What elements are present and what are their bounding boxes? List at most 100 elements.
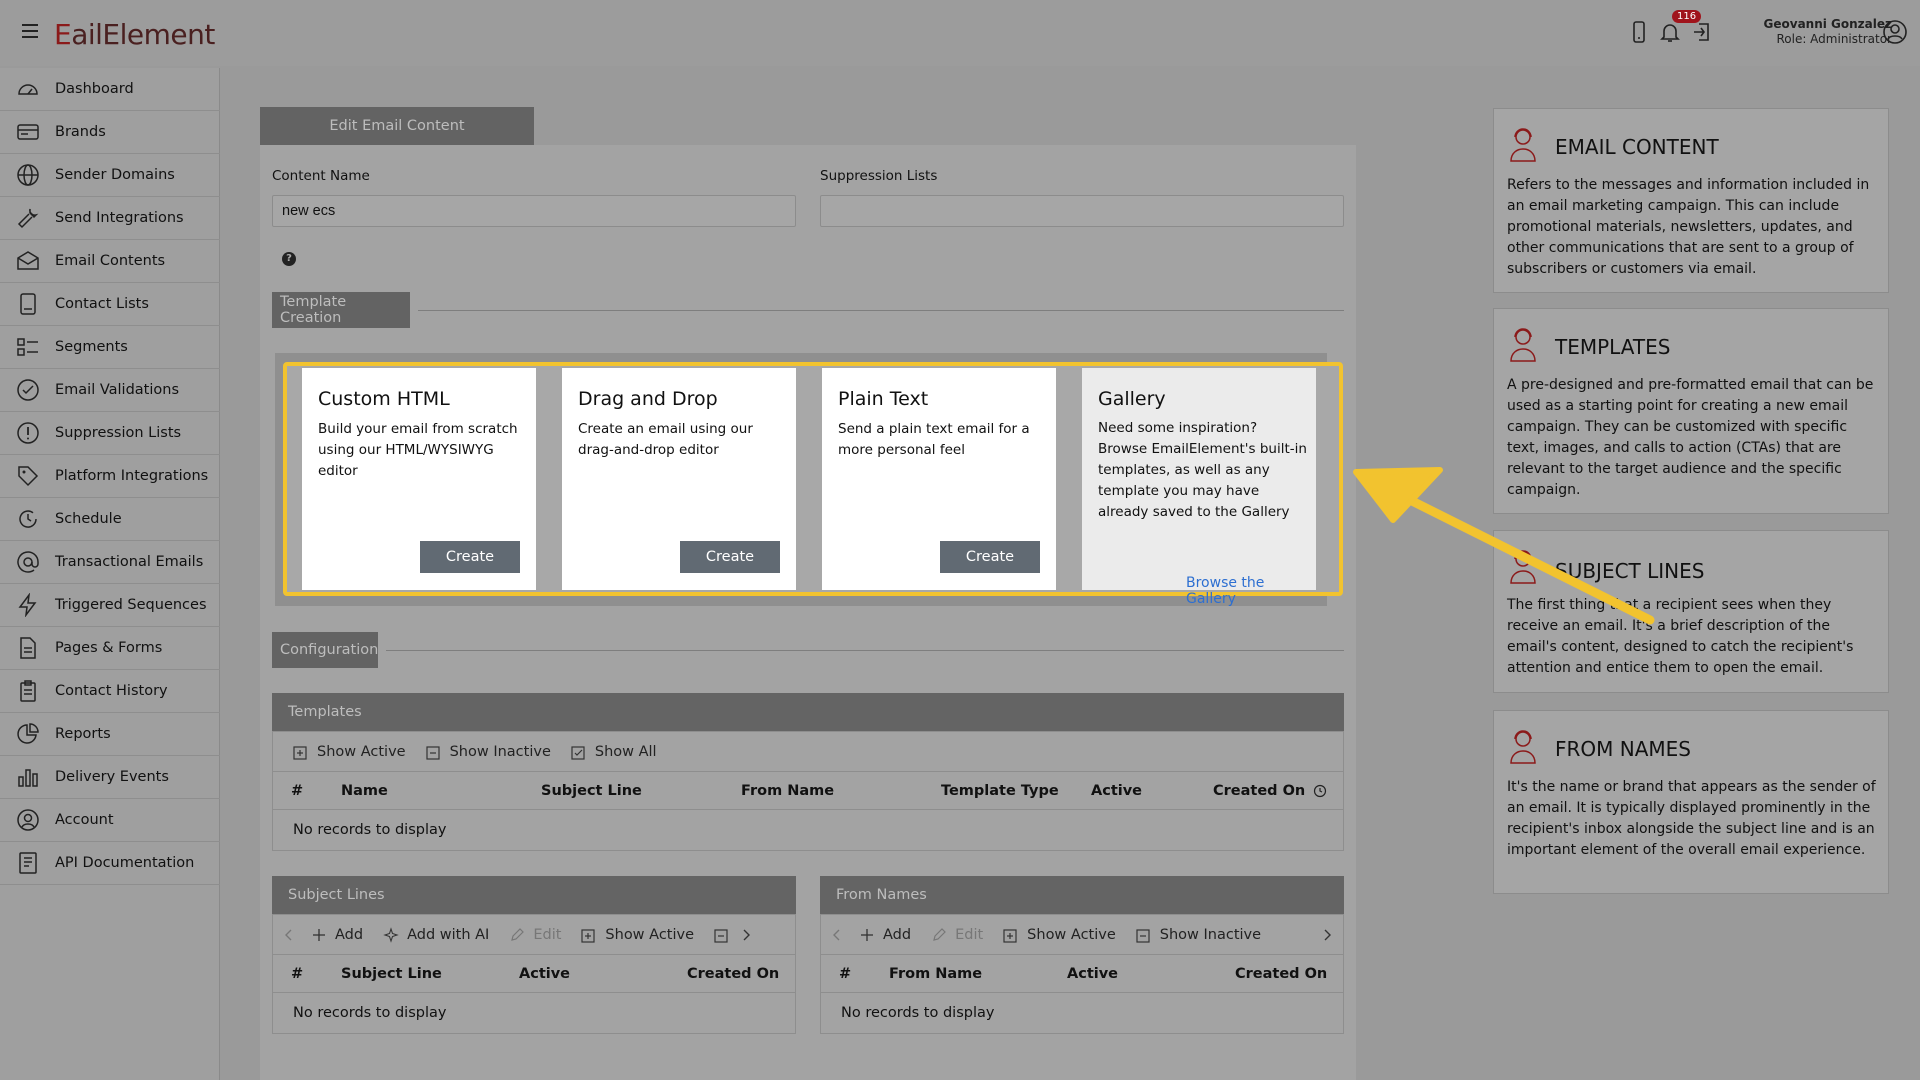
- create-custom-html-button[interactable]: Create: [420, 541, 520, 573]
- templates-table-header: Templates: [272, 693, 1344, 731]
- show-active-subject-button[interactable]: Show Active: [581, 927, 694, 943]
- template-card-title: Gallery: [1098, 388, 1166, 410]
- sidebar-item-dashboard[interactable]: Dashboard: [0, 68, 220, 111]
- configuration-button[interactable]: Configuration: [272, 632, 378, 668]
- info-card-email-content: EMAIL CONTENT Refers to the messages and…: [1493, 108, 1889, 293]
- templates-empty-state: No records to display: [293, 822, 447, 838]
- info-card-title: TEMPLATES: [1555, 335, 1671, 359]
- template-card-plain-text: Plain Text Send a plain text email for a…: [822, 368, 1056, 590]
- col-active[interactable]: Active: [1091, 783, 1142, 799]
- sidebar-item-api-documentation[interactable]: API Documentation: [0, 842, 220, 885]
- sidebar-item-email-validations[interactable]: Email Validations: [0, 369, 220, 412]
- col-index[interactable]: #: [839, 966, 851, 982]
- template-card-custom-html: Custom HTML Build your email from scratc…: [302, 368, 536, 590]
- sidebar-item-contact-lists[interactable]: Contact Lists: [0, 283, 220, 326]
- col-from-name[interactable]: From Name: [889, 966, 982, 982]
- clock-icon[interactable]: [1313, 784, 1327, 798]
- contact-list-icon: [20, 293, 36, 315]
- sidebar-item-email-contents[interactable]: Email Contents: [0, 240, 220, 283]
- col-subject-line[interactable]: Subject Line: [541, 783, 642, 799]
- plus-icon: [861, 928, 873, 941]
- col-created-on[interactable]: Created On: [687, 966, 779, 982]
- info-card-templates: TEMPLATES A pre-designed and pre-formatt…: [1493, 308, 1889, 514]
- scroll-right-icon[interactable]: [1321, 928, 1333, 942]
- scroll-right-icon[interactable]: [740, 928, 752, 942]
- col-index[interactable]: #: [291, 783, 303, 799]
- exclamation-circle-icon: [17, 422, 39, 444]
- sidebar-item-platform-integrations[interactable]: Platform Integrations: [0, 455, 220, 498]
- lightning-icon: [18, 593, 37, 617]
- user-avatar-icon[interactable]: [1882, 19, 1908, 45]
- info-card-body: The first thing that a recipient sees wh…: [1507, 597, 1854, 676]
- help-icon[interactable]: ?: [282, 252, 296, 266]
- bell-icon[interactable]: [1658, 20, 1682, 44]
- browse-gallery-link[interactable]: Browse the Gallery: [1186, 575, 1316, 607]
- envelope-icon: [17, 251, 39, 270]
- template-creation-button[interactable]: Template Creation: [272, 292, 410, 328]
- show-inactive-icon[interactable]: [714, 927, 730, 943]
- from-names-table-header: From Names: [820, 876, 1344, 914]
- show-all-button[interactable]: Show All: [571, 744, 657, 760]
- sidebar-item-brands[interactable]: Brands: [0, 111, 220, 154]
- sidebar-item-account[interactable]: Account: [0, 799, 220, 842]
- col-created-on[interactable]: Created On: [1235, 966, 1327, 982]
- at-icon: [17, 551, 39, 573]
- support-agent-icon: [1510, 550, 1536, 584]
- show-active-from-button[interactable]: Show Active: [1003, 927, 1116, 943]
- add-with-ai-button[interactable]: Add with AI: [383, 927, 489, 943]
- hamburger-menu-icon[interactable]: [22, 24, 38, 38]
- template-card-drag-and-drop: Drag and Drop Create an email using our …: [562, 368, 796, 590]
- tab-edit-email-content[interactable]: Edit Email Content: [260, 107, 534, 145]
- col-created-on[interactable]: Created On: [1213, 783, 1305, 799]
- col-subject-line[interactable]: Subject Line: [341, 966, 442, 982]
- sidebar-item-segments[interactable]: Segments: [0, 326, 220, 369]
- sidebar-item-delivery-events[interactable]: Delivery Events: [0, 756, 220, 799]
- edit-from-name-button[interactable]: Edit: [931, 927, 983, 943]
- segments-icon: [17, 338, 38, 356]
- content-name-input[interactable]: [272, 195, 796, 227]
- sidebar-item-transactional-emails[interactable]: Transactional Emails: [0, 541, 220, 584]
- subject-lines-table-header: Subject Lines: [272, 876, 796, 914]
- sidebar-item-triggered-sequences[interactable]: Triggered Sequences: [0, 584, 220, 627]
- col-from-name[interactable]: From Name: [741, 783, 834, 799]
- sidebar-item-send-integrations[interactable]: Send Integrations: [0, 197, 220, 240]
- info-card-title: SUBJECT LINES: [1555, 559, 1705, 583]
- add-from-name-button[interactable]: Add: [859, 927, 911, 943]
- sidebar-item-reports[interactable]: Reports: [0, 713, 220, 756]
- create-drag-and-drop-button[interactable]: Create: [680, 541, 780, 573]
- col-template-type[interactable]: Template Type: [941, 783, 1059, 799]
- col-index[interactable]: #: [291, 966, 303, 982]
- col-active[interactable]: Active: [519, 966, 570, 982]
- create-plain-text-button[interactable]: Create: [940, 541, 1040, 573]
- subject-empty-state: No records to display: [293, 1005, 447, 1021]
- show-inactive-button[interactable]: Show Inactive: [425, 744, 551, 760]
- template-card-desc: Send a plain text email for a more perso…: [838, 421, 1030, 458]
- templates-column-headers: # Name Subject Line From Name Template T…: [273, 772, 1343, 810]
- sidebar-item-contact-history[interactable]: Contact History: [0, 670, 220, 713]
- col-name[interactable]: Name: [341, 783, 388, 799]
- show-inactive-from-button[interactable]: Show Inactive: [1136, 927, 1261, 943]
- logout-icon[interactable]: [1690, 20, 1714, 44]
- col-active[interactable]: Active: [1067, 966, 1118, 982]
- add-subject-button[interactable]: Add: [311, 927, 363, 943]
- sidebar-item-suppression-lists[interactable]: Suppression Lists: [0, 412, 220, 455]
- show-active-button[interactable]: Show Active: [293, 744, 406, 760]
- templates-table: Show Active Show Inactive Show All # Nam…: [272, 731, 1344, 851]
- minus-square-icon: [425, 745, 440, 760]
- sidebar-item-pages-forms[interactable]: Pages & Forms: [0, 627, 220, 670]
- template-card-gallery: Gallery Need some inspiration? Browse Em…: [1082, 368, 1316, 607]
- scroll-left-icon[interactable]: [831, 928, 843, 942]
- suppression-lists-input[interactable]: [820, 195, 1344, 227]
- edit-subject-button[interactable]: Edit: [509, 927, 561, 943]
- scroll-left-icon[interactable]: [283, 928, 295, 942]
- pie-chart-icon: [17, 723, 39, 744]
- app-logo[interactable]: EailElement: [54, 18, 215, 51]
- sidebar-item-sender-domains[interactable]: Sender Domains: [0, 154, 220, 197]
- mobile-device-icon[interactable]: [1627, 20, 1651, 44]
- pencil-icon: [933, 927, 946, 941]
- support-agent-icon: [1510, 328, 1536, 362]
- info-card-title: FROM NAMES: [1555, 737, 1691, 761]
- sidebar-item-schedule[interactable]: Schedule: [0, 498, 220, 541]
- schedule-icon: [19, 510, 37, 528]
- bar-chart-icon: [18, 769, 38, 787]
